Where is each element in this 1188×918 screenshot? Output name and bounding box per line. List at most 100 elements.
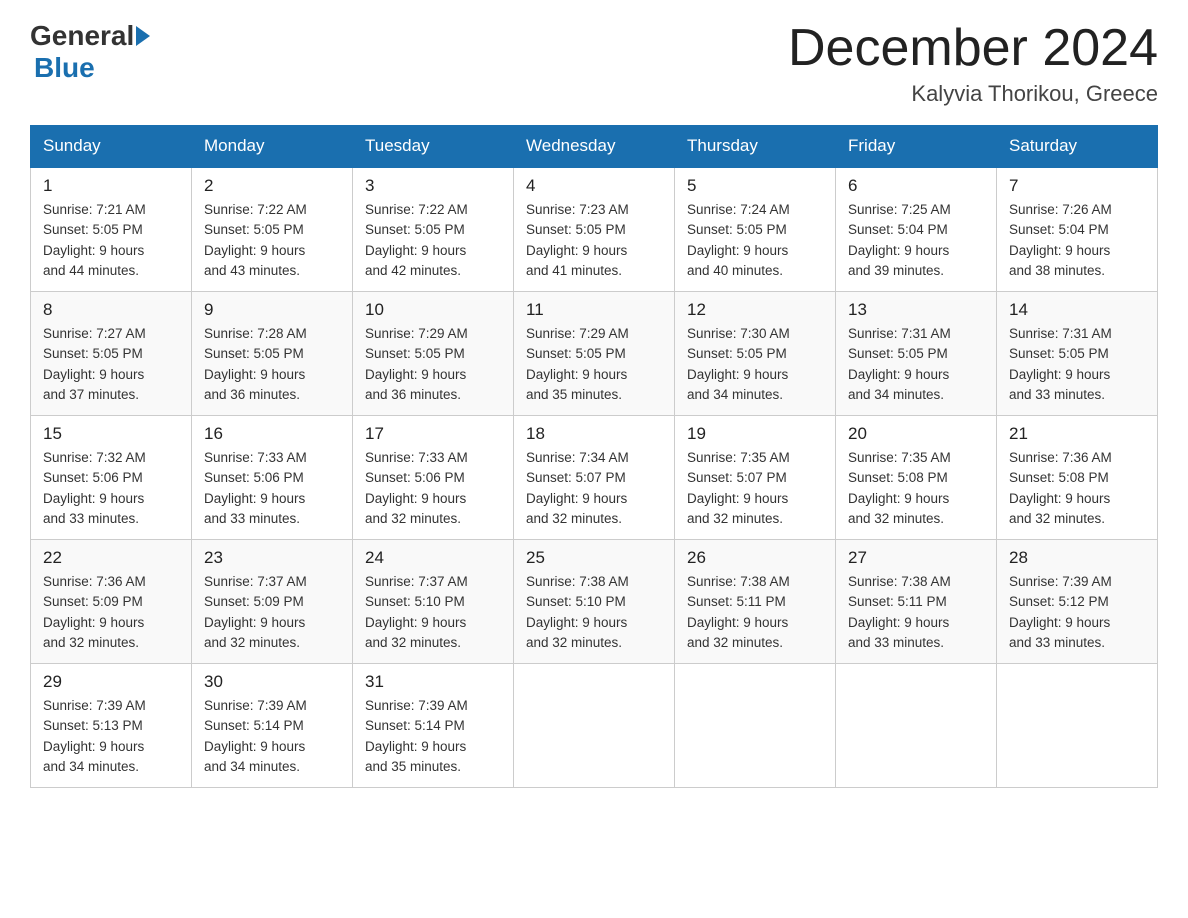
location-title: Kalyvia Thorikou, Greece — [788, 81, 1158, 107]
header-sunday: Sunday — [31, 126, 192, 168]
calendar-cell: 12 Sunrise: 7:30 AMSunset: 5:05 PMDayligh… — [675, 292, 836, 416]
calendar-cell: 15Sunrise: 7:32 AMSunset: 5:06 PMDayligh… — [31, 416, 192, 540]
day-number: 25 — [526, 548, 662, 568]
day-number: 18 — [526, 424, 662, 444]
calendar-cell: 30 Sunrise: 7:39 AMSunset: 5:14 PMDayligh… — [192, 664, 353, 788]
calendar-cell: 8Sunrise: 7:27 AMSunset: 5:05 PMDaylight… — [31, 292, 192, 416]
day-number: 30 — [204, 672, 340, 692]
calendar-cell: 14 Sunrise: 7:31 AMSunset: 5:05 PMDayligh… — [997, 292, 1158, 416]
week-row-1: 1 Sunrise: 7:21 AMSunset: 5:05 PMDaylight… — [31, 167, 1158, 292]
day-number: 11 — [526, 300, 662, 320]
calendar-cell: 11 Sunrise: 7:29 AMSunset: 5:05 PMDayligh… — [514, 292, 675, 416]
calendar-cell: 4 Sunrise: 7:23 AMSunset: 5:05 PMDaylight… — [514, 167, 675, 292]
day-number: 9 — [204, 300, 340, 320]
title-section: December 2024 Kalyvia Thorikou, Greece — [788, 20, 1158, 107]
calendar-cell: 2Sunrise: 7:22 AMSunset: 5:05 PMDaylight… — [192, 167, 353, 292]
day-info: Sunrise: 7:39 AMSunset: 5:14 PMDaylight:… — [204, 696, 340, 777]
calendar-cell: 31 Sunrise: 7:39 AMSunset: 5:14 PMDayligh… — [353, 664, 514, 788]
day-number: 19 — [687, 424, 823, 444]
day-info: Sunrise: 7:39 AMSunset: 5:14 PMDaylight:… — [365, 696, 501, 777]
calendar-cell: 24 Sunrise: 7:37 AMSunset: 5:10 PMDayligh… — [353, 540, 514, 664]
day-number: 10 — [365, 300, 501, 320]
calendar-cell — [836, 664, 997, 788]
logo-triangle-icon — [136, 26, 150, 46]
day-number: 26 — [687, 548, 823, 568]
calendar-cell: 9 Sunrise: 7:28 AMSunset: 5:05 PMDaylight… — [192, 292, 353, 416]
day-number: 16 — [204, 424, 340, 444]
day-info: Sunrise: 7:30 AMSunset: 5:05 PMDaylight:… — [687, 324, 823, 405]
day-number: 5 — [687, 176, 823, 196]
calendar-cell: 26 Sunrise: 7:38 AMSunset: 5:11 PMDayligh… — [675, 540, 836, 664]
header-row: SundayMondayTuesdayWednesdayThursdayFrid… — [31, 126, 1158, 168]
day-info: Sunrise: 7:25 AMSunset: 5:04 PMDaylight:… — [848, 200, 984, 281]
calendar-cell: 17 Sunrise: 7:33 AMSunset: 5:06 PMDayligh… — [353, 416, 514, 540]
day-info: Sunrise: 7:34 AMSunset: 5:07 PMDaylight:… — [526, 448, 662, 529]
day-info: Sunrise: 7:31 AMSunset: 5:05 PMDaylight:… — [1009, 324, 1145, 405]
day-number: 17 — [365, 424, 501, 444]
day-info: Sunrise: 7:38 AMSunset: 5:11 PMDaylight:… — [687, 572, 823, 653]
day-info: Sunrise: 7:24 AMSunset: 5:05 PMDaylight:… — [687, 200, 823, 281]
day-info: Sunrise: 7:28 AMSunset: 5:05 PMDaylight:… — [204, 324, 340, 405]
calendar-cell: 16 Sunrise: 7:33 AMSunset: 5:06 PMDayligh… — [192, 416, 353, 540]
calendar-cell: 7 Sunrise: 7:26 AMSunset: 5:04 PMDaylight… — [997, 167, 1158, 292]
calendar-cell: 6 Sunrise: 7:25 AMSunset: 5:04 PMDaylight… — [836, 167, 997, 292]
calendar-cell — [675, 664, 836, 788]
month-title: December 2024 — [788, 20, 1158, 77]
day-number: 22 — [43, 548, 179, 568]
day-number: 23 — [204, 548, 340, 568]
day-info: Sunrise: 7:37 AMSunset: 5:10 PMDaylight:… — [365, 572, 501, 653]
day-number: 12 — [687, 300, 823, 320]
day-number: 1 — [43, 176, 179, 196]
week-row-4: 22 Sunrise: 7:36 AMSunset: 5:09 PMDayligh… — [31, 540, 1158, 664]
calendar-cell: 13 Sunrise: 7:31 AMSunset: 5:05 PMDayligh… — [836, 292, 997, 416]
header-wednesday: Wednesday — [514, 126, 675, 168]
week-row-3: 15Sunrise: 7:32 AMSunset: 5:06 PMDayligh… — [31, 416, 1158, 540]
day-info: Sunrise: 7:35 AMSunset: 5:08 PMDaylight:… — [848, 448, 984, 529]
day-number: 24 — [365, 548, 501, 568]
day-info: Sunrise: 7:36 AMSunset: 5:08 PMDaylight:… — [1009, 448, 1145, 529]
day-info: Sunrise: 7:32 AMSunset: 5:06 PMDaylight:… — [43, 448, 179, 529]
day-number: 4 — [526, 176, 662, 196]
day-number: 28 — [1009, 548, 1145, 568]
day-info: Sunrise: 7:36 AMSunset: 5:09 PMDaylight:… — [43, 572, 179, 653]
logo: General Blue — [30, 20, 152, 84]
day-info: Sunrise: 7:29 AMSunset: 5:05 PMDaylight:… — [526, 324, 662, 405]
day-info: Sunrise: 7:33 AMSunset: 5:06 PMDaylight:… — [365, 448, 501, 529]
day-number: 13 — [848, 300, 984, 320]
day-number: 21 — [1009, 424, 1145, 444]
day-info: Sunrise: 7:33 AMSunset: 5:06 PMDaylight:… — [204, 448, 340, 529]
header-tuesday: Tuesday — [353, 126, 514, 168]
day-info: Sunrise: 7:26 AMSunset: 5:04 PMDaylight:… — [1009, 200, 1145, 281]
day-info: Sunrise: 7:21 AMSunset: 5:05 PMDaylight:… — [43, 200, 179, 281]
header-saturday: Saturday — [997, 126, 1158, 168]
week-row-2: 8Sunrise: 7:27 AMSunset: 5:05 PMDaylight… — [31, 292, 1158, 416]
page-header: General Blue December 2024 Kalyvia Thori… — [30, 20, 1158, 107]
day-number: 2 — [204, 176, 340, 196]
calendar-cell: 20Sunrise: 7:35 AMSunset: 5:08 PMDayligh… — [836, 416, 997, 540]
calendar-cell: 3Sunrise: 7:22 AMSunset: 5:05 PMDaylight… — [353, 167, 514, 292]
day-info: Sunrise: 7:31 AMSunset: 5:05 PMDaylight:… — [848, 324, 984, 405]
day-number: 7 — [1009, 176, 1145, 196]
calendar-cell: 22 Sunrise: 7:36 AMSunset: 5:09 PMDayligh… — [31, 540, 192, 664]
day-number: 29 — [43, 672, 179, 692]
calendar-cell: 1 Sunrise: 7:21 AMSunset: 5:05 PMDaylight… — [31, 167, 192, 292]
header-monday: Monday — [192, 126, 353, 168]
header-friday: Friday — [836, 126, 997, 168]
calendar-cell: 25Sunrise: 7:38 AMSunset: 5:10 PMDayligh… — [514, 540, 675, 664]
calendar-cell — [514, 664, 675, 788]
day-number: 6 — [848, 176, 984, 196]
calendar-cell: 21 Sunrise: 7:36 AMSunset: 5:08 PMDayligh… — [997, 416, 1158, 540]
day-info: Sunrise: 7:35 AMSunset: 5:07 PMDaylight:… — [687, 448, 823, 529]
header-thursday: Thursday — [675, 126, 836, 168]
calendar-cell: 23Sunrise: 7:37 AMSunset: 5:09 PMDayligh… — [192, 540, 353, 664]
logo-general: General — [30, 20, 134, 52]
day-number: 14 — [1009, 300, 1145, 320]
day-number: 31 — [365, 672, 501, 692]
calendar-cell — [997, 664, 1158, 788]
day-info: Sunrise: 7:39 AMSunset: 5:12 PMDaylight:… — [1009, 572, 1145, 653]
day-info: Sunrise: 7:39 AMSunset: 5:13 PMDaylight:… — [43, 696, 179, 777]
day-info: Sunrise: 7:23 AMSunset: 5:05 PMDaylight:… — [526, 200, 662, 281]
calendar-cell: 28 Sunrise: 7:39 AMSunset: 5:12 PMDayligh… — [997, 540, 1158, 664]
calendar-cell: 27Sunrise: 7:38 AMSunset: 5:11 PMDayligh… — [836, 540, 997, 664]
day-info: Sunrise: 7:29 AMSunset: 5:05 PMDaylight:… — [365, 324, 501, 405]
